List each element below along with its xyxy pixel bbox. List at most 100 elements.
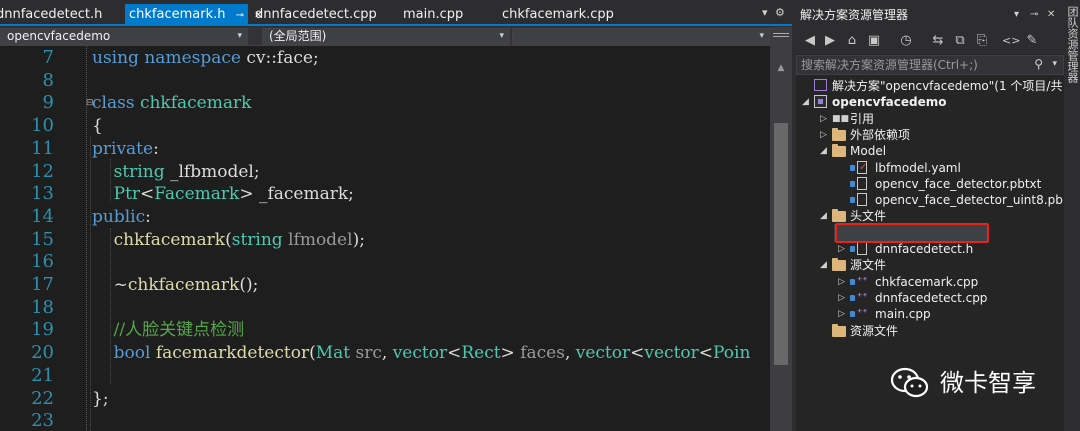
tab-dnnfacedetect-h[interactable]: dnnfacedetect.h xyxy=(0,4,102,26)
yaml-icon xyxy=(857,160,867,176)
pending-changes-icon[interactable]: ◷ xyxy=(898,33,914,49)
tree-item-header-folder[interactable]: ◢ 头文件 xyxy=(796,208,1064,224)
pin-tab-icon[interactable]: ⊸ xyxy=(236,5,244,27)
tree-item-references[interactable]: ▷ ■■ 引用 xyxy=(796,111,1064,127)
collapse-region-icon[interactable]: ⊟ xyxy=(86,99,95,108)
line-number: 23 xyxy=(31,410,54,431)
tree-item-face-detector-pb[interactable]: opencv_face_detector_uint8.pb xyxy=(796,192,1064,208)
watermark-text: 微卡智享 xyxy=(940,369,1036,397)
code-token: : xyxy=(153,138,159,159)
lock-icon xyxy=(850,311,855,318)
code-line: chkfacemark(string lfmodel); xyxy=(92,229,365,252)
tree-item-external-deps[interactable]: ▷ 外部依赖项 xyxy=(796,127,1064,143)
tree-item-resource-folder[interactable]: 资源文件 xyxy=(796,323,1064,339)
tree-item-label: 解决方案"opencvfacedemo"(1 个项目/共 1 个) xyxy=(832,79,1064,93)
line-number: 13 xyxy=(31,183,54,205)
tree-item-dnnfacedetect-cpp[interactable]: ▷ ⁺⁺ dnnfacedetect.cpp xyxy=(796,290,1064,306)
lock-icon xyxy=(850,197,855,204)
search-options-dropdown-icon[interactable]: ▾ xyxy=(1052,59,1057,69)
forward-icon[interactable]: ▶ xyxy=(822,33,838,49)
folder-icon xyxy=(832,258,846,272)
tree-item-source-folder[interactable]: ◢ 源文件 xyxy=(796,257,1064,273)
tree-item-model-folder[interactable]: ◢ Model xyxy=(796,143,1064,159)
auto-hide-pin-icon[interactable]: ⊸ xyxy=(1030,0,1038,30)
line-number: 17 xyxy=(31,274,54,295)
code-token: bool xyxy=(113,343,151,364)
lock-icon xyxy=(850,294,855,301)
scroll-up-arrow-icon[interactable]: ▲ xyxy=(770,63,792,73)
team-explorer-tab[interactable]: 团队资源管理器 xyxy=(1066,6,1079,83)
code-token: > _facemark; xyxy=(239,184,354,205)
editor-tab-strip: dnnfacedetect.h chkfacemark.h ⊸ ✕ dnnfac… xyxy=(0,0,792,26)
close-panel-icon[interactable]: ✕ xyxy=(1047,0,1055,30)
expand-toggle-icon[interactable]: ▷ xyxy=(838,290,848,306)
tree-item-label: 资源文件 xyxy=(850,323,899,338)
properties-wrench-icon[interactable]: ✎ xyxy=(1024,33,1040,49)
line-number-gutter: 7 8 9 10 11 12 13 14 15 16 17 18 19 20 21 22 23 xyxy=(0,46,62,431)
expand-toggle-icon[interactable]: ▷ xyxy=(820,127,830,143)
expand-toggle-icon[interactable]: ◢ xyxy=(802,94,812,110)
expand-toggle-icon[interactable]: ◢ xyxy=(820,143,830,159)
code-token: vector xyxy=(644,343,699,364)
tree-item-lbfmodel-yaml[interactable]: lbfmodel.yaml xyxy=(796,160,1064,176)
settings-gear-icon[interactable]: ⚙ xyxy=(775,6,785,19)
window-position-dropdown-icon[interactable]: ▾ xyxy=(1014,0,1019,30)
tab-list-dropdown-icon[interactable]: ▾ xyxy=(762,6,768,19)
switch-views-icon[interactable]: ▣ xyxy=(866,33,882,49)
side-tool-strip: 团队资源管理器 xyxy=(1064,0,1080,431)
expand-toggle-icon[interactable]: ▷ xyxy=(820,111,830,127)
tab-main-cpp[interactable]: main.cpp xyxy=(403,4,463,26)
code-token: Facemark xyxy=(154,184,240,205)
scope-dropdown[interactable]: (全局范围) ▾ xyxy=(262,28,510,45)
home-icon[interactable]: ⌂ xyxy=(844,33,860,49)
sln-icon xyxy=(814,79,827,91)
tab-dnnfacedetect-cpp[interactable]: dnnfacedetect.cpp xyxy=(255,4,377,26)
line-number: 7 xyxy=(42,47,54,68)
view-code-icon[interactable]: <> xyxy=(1002,33,1020,49)
folder-icon xyxy=(832,127,846,141)
expand-toggle-icon[interactable]: ◢ xyxy=(820,208,830,224)
tree-item-project[interactable]: ◢ opencvfacedemo xyxy=(796,94,1064,110)
project-dropdown[interactable]: opencvfacedemo ▾ xyxy=(0,28,248,45)
editor-vertical-scrollbar[interactable]: ▲ xyxy=(770,27,792,431)
cpp-icon: ⁺⁺ xyxy=(857,275,868,287)
search-input[interactable] xyxy=(797,56,1027,74)
expand-toggle-icon[interactable]: ◢ xyxy=(820,257,830,273)
code-token: < xyxy=(630,343,645,364)
expand-toggle-icon[interactable]: ▷ xyxy=(838,241,848,257)
code-token: }; xyxy=(92,388,109,409)
code-editor[interactable]: 7 8 9 10 11 12 13 14 15 16 17 18 19 20 21 22 23 using na… xyxy=(0,46,770,431)
tree-item-solution[interactable]: 解决方案"opencvfacedemo"(1 个项目/共 1 个) xyxy=(796,78,1064,94)
code-token: class xyxy=(92,93,135,114)
search-icon[interactable]: ⚲ xyxy=(1034,57,1043,71)
line-number: 22 xyxy=(31,387,54,409)
code-token: < xyxy=(698,343,714,364)
code-line: ~chkfacemark(); xyxy=(92,274,259,297)
member-dropdown[interactable]: ▾ xyxy=(512,28,770,45)
sync-icon[interactable]: ⇆ xyxy=(930,33,946,49)
line-number: 8 xyxy=(42,69,54,91)
expand-toggle-icon[interactable]: ▷ xyxy=(838,274,848,290)
code-token: facemarkdetector xyxy=(155,343,310,364)
folder-icon xyxy=(832,209,846,223)
show-all-files-icon[interactable]: ⎘ xyxy=(974,33,990,49)
back-icon[interactable]: ◀ xyxy=(802,33,818,49)
line-number: 18 xyxy=(31,296,54,318)
code-line: private: xyxy=(92,138,159,161)
tab-chkfacemark-cpp[interactable]: chkfacemark.cpp xyxy=(502,4,614,26)
collapse-all-icon[interactable]: ⧉ xyxy=(952,33,968,49)
tree-item-main-cpp[interactable]: ▷ ⁺⁺ main.cpp xyxy=(796,306,1064,322)
proj-icon xyxy=(814,95,827,109)
tree-item-face-detector-pbtxt[interactable]: opencv_face_detector.pbtxt xyxy=(796,176,1064,192)
tree-item-dnnfacedetect-h[interactable]: ▷ dnnfacedetect.h xyxy=(796,241,1064,257)
cpp-icon: ⁺⁺ xyxy=(857,308,868,320)
tree-item-chkfacemark-cpp[interactable]: ▷ ⁺⁺ chkfacemark.cpp xyxy=(796,274,1064,290)
expand-toggle-icon[interactable]: ▷ xyxy=(838,306,848,322)
tab-chkfacemark-h[interactable]: chkfacemark.h ⊸ ✕ xyxy=(125,4,263,27)
code-line: class chkfacemark xyxy=(92,92,251,115)
cpp-icon: ⁺⁺ xyxy=(857,291,868,303)
code-token: chkfacemark xyxy=(113,229,226,250)
split-handle[interactable] xyxy=(773,33,789,37)
scroll-thumb[interactable] xyxy=(774,123,788,365)
